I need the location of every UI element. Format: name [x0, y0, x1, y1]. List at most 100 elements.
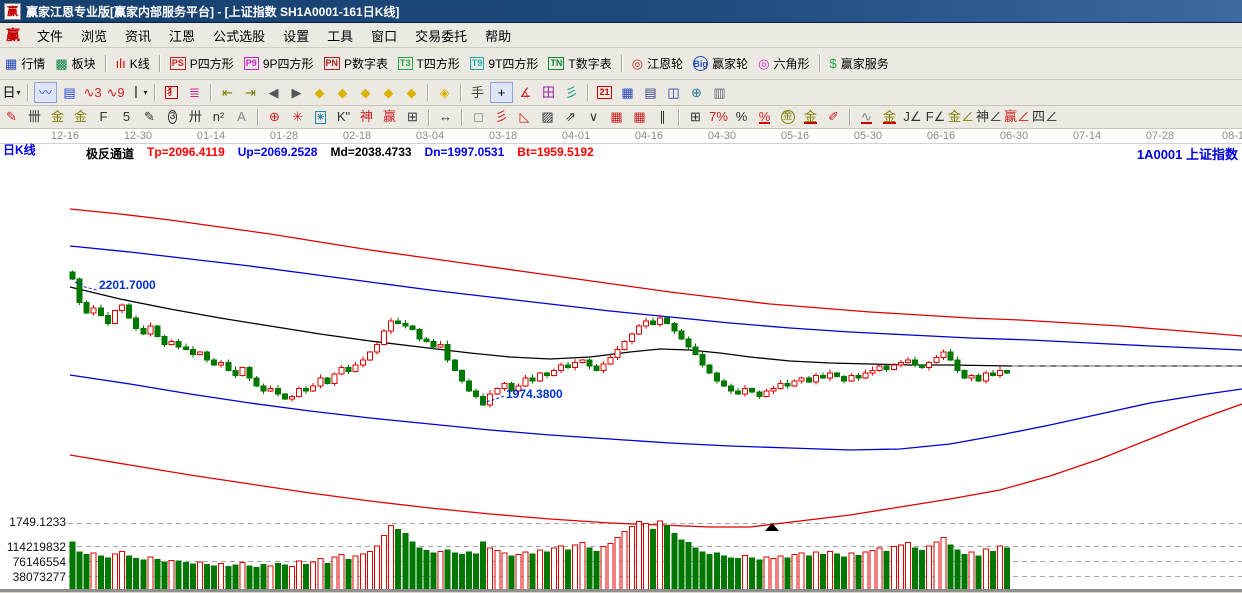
candle-body[interactable] [267, 388, 274, 392]
volume-bar[interactable] [926, 545, 933, 591]
9t-square-button[interactable]: T9 9T四方形 [465, 52, 544, 76]
t-square-button[interactable]: T3 T四方形 [393, 52, 465, 76]
candle-body[interactable] [904, 359, 911, 364]
candle-body[interactable] [232, 369, 239, 377]
volume-bar[interactable] [720, 555, 727, 591]
wave-cut-icon-button[interactable]: ∿ [856, 108, 877, 127]
candle-body[interactable] [373, 343, 380, 353]
volume-bar[interactable] [140, 559, 147, 591]
kline-chart-canvas[interactable] [0, 129, 1242, 593]
volume-bar[interactable] [919, 550, 926, 591]
menu-item-7[interactable]: 窗口 [362, 24, 406, 47]
candle-body[interactable] [593, 365, 600, 371]
candle-body[interactable] [147, 325, 154, 335]
volume-bar[interactable] [416, 547, 423, 591]
volume-bar[interactable] [565, 549, 572, 591]
volume-bar[interactable] [791, 554, 798, 591]
candle-body[interactable] [678, 330, 685, 340]
volume-bar[interactable] [529, 553, 536, 591]
volume-bar[interactable] [883, 550, 890, 591]
volume-bar[interactable] [805, 555, 812, 591]
shen-grid-icon-button[interactable]: 神 [356, 108, 377, 127]
candle-body[interactable] [437, 343, 444, 348]
box-diagonal-icon-button[interactable]: ▨ [537, 108, 558, 127]
9p-square-button[interactable]: P9 9P四方形 [239, 52, 319, 76]
candle-body[interactable] [317, 377, 324, 387]
calendar-icon-button[interactable]: 21 [594, 83, 615, 102]
volume-bar[interactable] [303, 563, 310, 591]
volume-bar[interactable] [947, 544, 954, 591]
pencil-icon-button[interactable]: ✎ [1, 108, 22, 127]
candle-body[interactable] [388, 320, 395, 332]
candle-body[interactable] [161, 335, 168, 345]
candle-body[interactable] [423, 338, 430, 343]
volume-bar[interactable] [657, 520, 664, 591]
volume-bar[interactable] [225, 566, 232, 591]
kline-button[interactable]: ılı K线 [111, 52, 155, 76]
candle-body[interactable] [451, 359, 458, 371]
candle-body[interactable] [196, 351, 203, 356]
p-square-button[interactable]: PS P四方形 [165, 52, 239, 76]
wave-tool-teal-icon-button[interactable]: 彡 [561, 83, 582, 102]
volume-bar[interactable] [331, 556, 338, 591]
candle-body[interactable] [211, 359, 218, 366]
candle-body[interactable] [225, 362, 232, 371]
candle-body[interactable] [862, 372, 869, 379]
volume-bar[interactable] [876, 547, 883, 591]
volume-bar[interactable] [373, 545, 380, 591]
volume-bar[interactable] [515, 554, 522, 591]
volume-bar[interactable] [83, 554, 90, 591]
four-angle-icon-button[interactable]: 四∠ [1032, 108, 1058, 127]
candle-body[interactable] [458, 369, 465, 382]
volume-bar[interactable] [458, 554, 465, 591]
volume-bar[interactable] [650, 529, 657, 591]
menu-item-6[interactable]: 工具 [318, 24, 362, 47]
candle-body[interactable] [76, 278, 83, 304]
volume-bar[interactable] [522, 551, 529, 591]
volume-bar[interactable] [798, 552, 805, 591]
candle-body[interactable] [133, 317, 140, 330]
quotes-button[interactable]: ▦ 行情 [0, 52, 50, 76]
menu-item-5[interactable]: 设置 [274, 24, 318, 47]
volume-bar[interactable] [961, 554, 968, 591]
volume-bar[interactable] [699, 551, 706, 591]
volume-bar[interactable] [239, 562, 246, 591]
candle-body[interactable] [621, 341, 628, 350]
volume-bar[interactable] [685, 542, 692, 591]
volume-bar[interactable] [841, 556, 848, 591]
volume-bar[interactable] [869, 550, 876, 591]
candle-body[interactable] [331, 373, 338, 384]
notes-icon-button[interactable]: ▤ [640, 83, 661, 102]
candle-body[interactable] [926, 362, 933, 369]
volume-bar[interactable] [317, 558, 324, 591]
candle-body[interactable] [324, 377, 331, 384]
volume-bar[interactable] [281, 564, 288, 591]
candle-body[interactable] [409, 325, 416, 331]
k-quote-icon-button[interactable]: K" [333, 108, 354, 127]
candle-body[interactable] [126, 304, 133, 319]
volume-bar[interactable] [671, 533, 678, 591]
volume-bar[interactable] [1004, 547, 1011, 591]
volume-bar[interactable] [104, 557, 111, 591]
go-first-icon-button[interactable]: ⇤ [217, 83, 238, 102]
candle-body[interactable] [189, 348, 196, 356]
volume-bar[interactable] [388, 525, 395, 591]
volume-bar[interactable] [706, 554, 713, 591]
winner-wheel-button[interactable]: Big 赢家轮 [688, 52, 753, 76]
volume-bar[interactable] [664, 525, 671, 591]
percent-line-icon-button[interactable]: % [754, 108, 775, 127]
candle-body[interactable] [883, 365, 890, 370]
volume-bar[interactable] [232, 564, 239, 591]
volume-bar[interactable] [324, 562, 331, 591]
volume-bar[interactable] [819, 554, 826, 591]
volume-bar[interactable] [713, 552, 720, 591]
zoom-h-diamond-icon-button[interactable]: ◆ [355, 83, 376, 102]
candle-body[interactable] [940, 351, 947, 358]
candle-body[interactable] [869, 369, 876, 374]
angle-measure-icon-button[interactable]: ∡ [515, 83, 536, 102]
angle-a-icon-button[interactable]: A [231, 108, 252, 127]
candle-body[interactable] [359, 359, 366, 366]
circle-three-icon-button[interactable]: 3 [162, 108, 183, 127]
candle-body[interactable] [119, 304, 126, 311]
volume-bar[interactable] [763, 556, 770, 591]
